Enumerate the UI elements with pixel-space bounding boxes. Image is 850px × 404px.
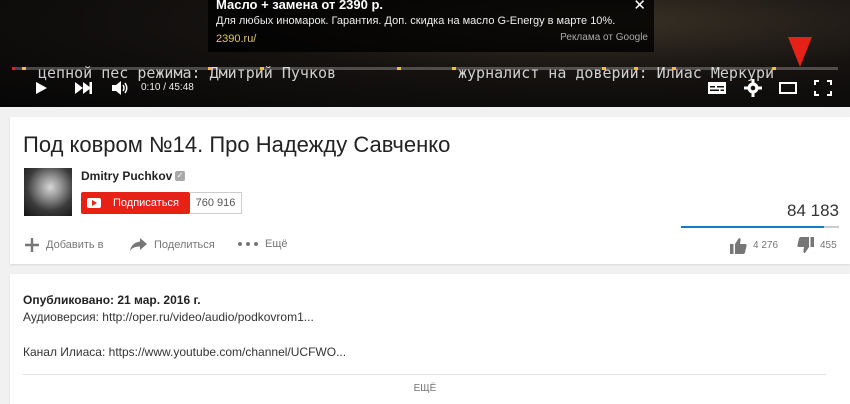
like-ratio-fill (681, 226, 824, 228)
share-icon (130, 238, 147, 251)
thumbs-down-icon (797, 237, 814, 254)
thumbs-up-icon (730, 237, 747, 254)
add-to-button[interactable]: Добавить в (25, 238, 104, 252)
ad-description: Для любых иномарок. Гарантия. Доп. скидк… (216, 15, 616, 27)
publish-date: Опубликовано: 21 мар. 2016 г. (23, 293, 201, 307)
subscriber-count: 760 916 (190, 192, 242, 214)
divider (23, 374, 826, 375)
play-button[interactable] (30, 78, 52, 98)
like-count: 4 276 (753, 240, 779, 251)
ad-marker (772, 67, 776, 70)
theater-mode-button[interactable] (776, 78, 800, 98)
video-info-card: Под ковром №14. Про Надежду Савченко Dmi… (10, 117, 850, 264)
ad-marker (452, 67, 456, 70)
description-card: Опубликовано: 21 мар. 2016 г. Аудиоверси… (10, 274, 850, 404)
corner-marker (788, 37, 812, 67)
dislike-count: 455 (820, 240, 837, 251)
ad-overlay[interactable]: Масло + замена от 2390 р. Для любых ином… (208, 0, 654, 52)
ad-marker (634, 67, 638, 70)
share-button[interactable]: Поделиться (130, 238, 215, 251)
progress-bar[interactable] (12, 67, 838, 70)
ad-marker (208, 67, 212, 70)
video-player[interactable]: Масло + замена от 2390 р. Для любых ином… (0, 0, 850, 107)
share-label: Поделиться (154, 238, 215, 251)
theater-icon (779, 82, 797, 94)
volume-button[interactable] (108, 78, 132, 98)
verified-icon: ✓ (175, 171, 185, 181)
gear-icon (744, 79, 762, 97)
ad-marker (260, 67, 264, 70)
ad-marker (22, 67, 26, 70)
description-audio-line[interactable]: Аудиоверсия: http://oper.ru/video/audio/… (23, 310, 314, 324)
fullscreen-icon (814, 80, 832, 96)
settings-button[interactable] (741, 78, 765, 98)
like-ratio-bar (681, 226, 839, 228)
subtitles-icon (708, 82, 726, 94)
ad-marker (672, 67, 676, 70)
ad-title[interactable]: Масло + замена от 2390 р. (216, 0, 646, 11)
avatar[interactable] (24, 168, 72, 216)
progress-played (12, 67, 15, 70)
subscribe-button[interactable]: Подписаться (81, 192, 190, 214)
ad-url[interactable]: 2390.ru/ (216, 33, 256, 45)
like-button[interactable]: 4 276 (730, 237, 778, 254)
play-icon (36, 82, 47, 94)
ad-attribution: Реклама от Google (560, 32, 648, 43)
show-more-button[interactable]: ЕЩЁ (10, 383, 840, 394)
add-to-label: Добавить в (46, 239, 104, 251)
time-display: 0:10 / 45:48 (141, 82, 194, 93)
more-actions-label: Ещё (265, 238, 288, 250)
subscribe-label: Подписаться (113, 197, 179, 209)
description-channel-line[interactable]: Канал Илиаса: https://www.youtube.com/ch… (23, 345, 346, 359)
volume-icon (112, 81, 128, 95)
subtitles-button[interactable] (706, 78, 728, 98)
more-actions-button[interactable]: Ещё (238, 238, 288, 250)
view-count: 84 183 (787, 201, 839, 220)
dislike-button[interactable]: 455 (797, 237, 837, 254)
plus-icon (25, 238, 39, 252)
channel-name[interactable]: Dmitry Puchkov (81, 169, 172, 183)
video-title: Под ковром №14. Про Надежду Савченко (23, 132, 451, 157)
close-icon[interactable]: ✕ (633, 0, 646, 14)
next-icon (75, 82, 92, 94)
ad-marker (602, 67, 606, 70)
next-button[interactable] (70, 78, 96, 98)
youtube-logo-icon (87, 198, 101, 208)
more-dots-icon (238, 242, 258, 246)
ad-marker (397, 67, 401, 70)
fullscreen-button[interactable] (811, 78, 835, 98)
